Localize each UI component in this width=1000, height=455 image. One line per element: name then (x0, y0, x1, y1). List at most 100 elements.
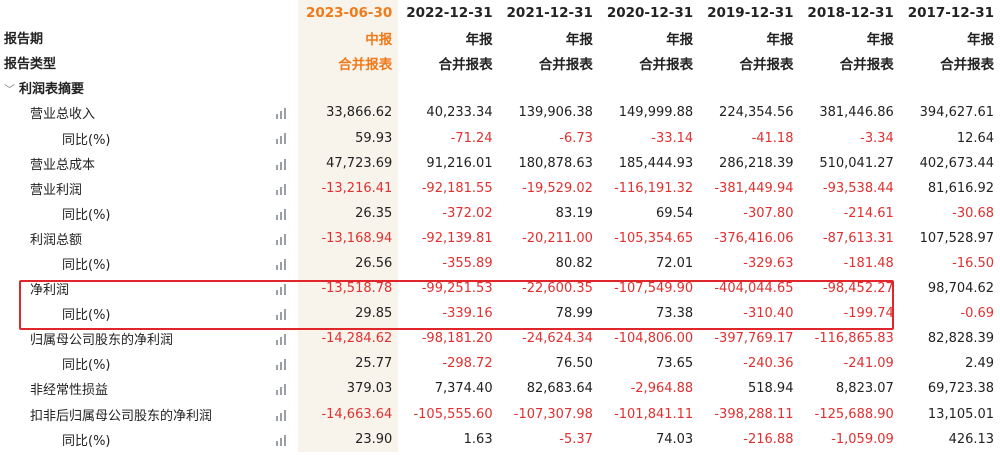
value-cell: -5.37 (559, 431, 593, 447)
value-cell: -87,613.31 (822, 230, 894, 246)
period-cell: 年报 (565, 31, 593, 48)
value-cell: 23.90 (298, 426, 399, 452)
value-cell: 381,446.86 (819, 105, 894, 121)
value-cell: -98,181.20 (421, 331, 493, 347)
row-label-cell: 非经常性损益 (0, 376, 298, 401)
table-row[interactable]: 同比(%) 59.93 -71.24 -6.73 -33.14 -41.18 -3.34 12… (0, 125, 1000, 151)
table-row[interactable]: 同比(%) 25.77 -298.72 76.50 73.65 -240.36 -241.0… (0, 351, 1000, 377)
table-row[interactable]: 同比(%) 26.56 -355.89 80.82 72.01 -329.63 -181.4… (0, 250, 1000, 277)
date-header[interactable]: 2022-12-31 (398, 0, 498, 25)
value-cell: 47,723.69 (298, 150, 399, 176)
value-cell: -13,216.41 (298, 175, 399, 201)
value-cell: 394,627.61 (919, 105, 995, 121)
value-cell: -20,211.00 (522, 230, 593, 246)
value-cell: -92,181.55 (421, 180, 493, 196)
value-cell: -298.72 (442, 356, 493, 372)
row-label-cell: 同比(%) (0, 301, 298, 326)
value-cell: 73.38 (655, 306, 694, 322)
value-cell: -199.74 (843, 306, 894, 322)
table-row[interactable]: 营业利润 -13,216.41 -92,181.55 -19,529.02 -116,1… (0, 175, 1000, 201)
row-label: 营业总收入 (30, 107, 96, 123)
table-row[interactable]: 利润总额 -13,168.94 -92,139.81 -20,211.00 -105,3… (0, 225, 1000, 251)
value-cell: -0.69 (960, 306, 995, 322)
bar-chart-icon[interactable] (276, 308, 288, 321)
value-cell: -19,529.02 (522, 180, 593, 196)
bar-chart-icon[interactable] (276, 409, 288, 421)
bar-chart-icon[interactable] (276, 233, 288, 245)
value-cell: 29.85 (298, 301, 399, 327)
empty-cell (298, 75, 399, 101)
value-cell: 7,374.40 (434, 381, 493, 397)
table-row[interactable]: 归属母公司股东的净利润 -14,284.62 -98,181.20 -24,624.3… (0, 326, 1000, 352)
date-header[interactable]: 2017-12-31 (900, 0, 1000, 25)
value-cell: -107,549.90 (614, 281, 694, 297)
value-cell: -404,044.65 (714, 281, 794, 297)
table-row[interactable]: 净利润 -13,518.78 -99,251.53 -22,600.35 -107,54… (0, 276, 1000, 302)
date-header[interactable]: 2019-12-31 (699, 0, 799, 25)
value-cell: -116,865.83 (814, 331, 894, 347)
date-header[interactable]: 2023-06-30 (298, 0, 399, 26)
value-cell: 8,823.07 (835, 381, 894, 397)
table-row[interactable]: 营业总成本 47,723.69 91,216.01 180,878.63 185,444… (0, 150, 1000, 176)
empty-cell (398, 75, 498, 100)
value-cell: 69,723.38 (927, 381, 995, 397)
header-row-type: 报告类型 合并报表 合并报表 合并报表 合并报表 合并报表 合并报表 合并报表 (0, 50, 1000, 76)
period-cell: 年报 (766, 31, 794, 48)
bar-chart-icon[interactable] (276, 132, 288, 145)
value-cell: -372.02 (442, 205, 493, 221)
income-statement-table: 2023-06-30 2022-12-31 2021-12-31 2020-12… (0, 0, 1000, 452)
date-header[interactable]: 2020-12-31 (599, 0, 699, 25)
value-cell: -329.63 (743, 255, 794, 271)
value-cell: -13,168.94 (298, 225, 399, 251)
value-cell: 69.54 (655, 205, 694, 221)
value-cell: -71.24 (450, 130, 493, 146)
table-row[interactable]: 营业总收入 33,866.62 40,233.34 139,906.38 149,999… (0, 100, 1000, 126)
table-row[interactable]: 同比(%) 29.85 -339.16 78.99 73.38 -310.40 -199.7… (0, 301, 1000, 327)
bar-chart-icon[interactable] (276, 434, 288, 446)
bar-chart-icon[interactable] (276, 283, 288, 296)
row-label-cell: 营业利润 (0, 176, 298, 201)
value-cell: 59.93 (298, 125, 399, 151)
value-cell: -2,964.88 (630, 381, 694, 397)
value-cell: 91,216.01 (426, 155, 493, 171)
date-header[interactable]: 2018-12-31 (799, 0, 899, 25)
value-cell: 224,354.56 (719, 105, 794, 121)
value-cell: 379.03 (298, 376, 399, 402)
bar-chart-icon[interactable] (276, 383, 288, 396)
table-row[interactable]: 扣非后归属母公司股东的净利润 -14,663.64 -105,555.60 -107,… (0, 401, 1000, 427)
bar-chart-icon[interactable] (276, 258, 288, 270)
bar-chart-icon[interactable] (276, 333, 288, 346)
value-cell: 402,673.44 (919, 155, 995, 171)
bar-chart-icon[interactable] (276, 107, 288, 120)
value-cell: -14,663.64 (298, 401, 399, 427)
table-row[interactable]: 同比(%) 26.35 -372.02 83.19 69.54 -307.80 -214.6… (0, 200, 1000, 226)
empty-cell (799, 75, 899, 100)
value-cell: -1,059.09 (831, 431, 894, 447)
bar-chart-icon[interactable] (276, 208, 288, 220)
row-label: 营业总成本 (30, 157, 96, 173)
value-cell: -107,307.98 (513, 406, 593, 422)
section-row[interactable]: ﹀ 利润表摘要 (0, 75, 1000, 101)
date-header[interactable]: 2021-12-31 (499, 0, 599, 25)
section-header[interactable]: ﹀ 利润表摘要 (0, 75, 298, 100)
value-cell: -92,139.81 (421, 230, 493, 246)
value-cell: -214.61 (843, 205, 894, 221)
table-row[interactable]: 同比(%) 23.90 1.63 -5.37 74.03 -216.88 -1,059.09… (0, 426, 1000, 452)
bar-chart-icon[interactable] (276, 158, 288, 170)
value-cell: -99,251.53 (421, 281, 493, 297)
row-label-cell: 营业总成本 (0, 151, 298, 176)
value-cell: 510,041.27 (819, 155, 894, 171)
value-cell: 25.77 (298, 351, 399, 377)
bar-chart-icon[interactable] (276, 183, 288, 195)
period-cell: 年报 (967, 31, 995, 48)
bar-chart-icon[interactable] (276, 358, 288, 371)
row-label-cell: 同比(%) (0, 427, 298, 452)
chevron-down-icon[interactable]: ﹀ (4, 81, 15, 97)
header-row-period: 报告期 中报 年报 年报 年报 年报 年报 年报 (0, 25, 1000, 51)
empty-cell (599, 75, 699, 100)
period-cell: 年报 (666, 31, 694, 48)
table-row[interactable]: 非经常性损益 379.03 7,374.40 82,683.64 -2,964.88 51… (0, 376, 1000, 402)
row-label-cell: 同比(%) (0, 201, 298, 226)
financial-table-view: 2023-06-30 2022-12-31 2021-12-31 2020-12… (0, 0, 1000, 455)
value-cell: 82,683.64 (526, 381, 593, 397)
